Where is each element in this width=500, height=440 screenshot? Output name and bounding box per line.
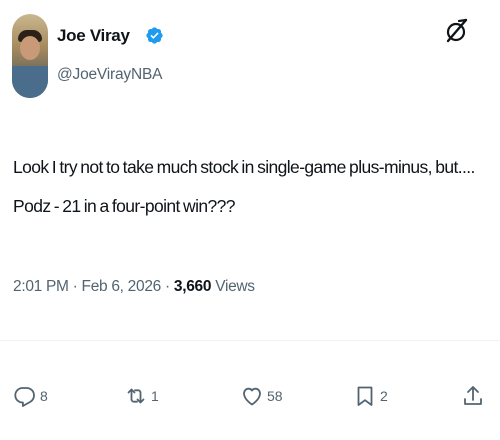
- author-display-name[interactable]: Joe Viray: [57, 26, 130, 46]
- meta-separator: ·: [164, 278, 170, 295]
- bookmark-count: 2: [380, 388, 388, 404]
- post-time[interactable]: 2:01 PM: [13, 278, 69, 295]
- bookmark-icon: [357, 386, 373, 406]
- post-meta: 2:01 PM · Feb 6, 2026 · 3,660 Views: [13, 278, 255, 296]
- post-date[interactable]: Feb 6, 2026: [82, 278, 162, 295]
- post-text: Look I try not to take much stock in sin…: [13, 157, 475, 216]
- meta-separator: ·: [72, 278, 78, 295]
- like-count: 58: [267, 388, 283, 404]
- bookmark-button[interactable]: 2: [353, 381, 388, 411]
- heart-icon: [243, 387, 261, 406]
- grok-icon[interactable]: [444, 18, 470, 44]
- author-handle[interactable]: @JoeVirayNBA: [57, 66, 162, 84]
- repost-count: 1: [151, 388, 159, 404]
- share-icon: [464, 386, 482, 405]
- views-label: Views: [215, 278, 255, 295]
- repost-button[interactable]: 1: [124, 381, 159, 411]
- reply-button[interactable]: 8: [13, 381, 48, 411]
- reply-icon: [14, 387, 35, 407]
- repost-icon: [127, 388, 145, 404]
- tweet: Joe Viray @JoeVirayNBA Look I try not to…: [0, 0, 500, 440]
- verified-badge-icon: [146, 27, 163, 44]
- divider: [0, 340, 500, 341]
- like-button[interactable]: 58: [240, 381, 283, 411]
- share-button[interactable]: [461, 381, 485, 411]
- reply-count: 8: [40, 388, 48, 404]
- views-count: 3,660: [173, 278, 212, 295]
- avatar[interactable]: [12, 14, 48, 98]
